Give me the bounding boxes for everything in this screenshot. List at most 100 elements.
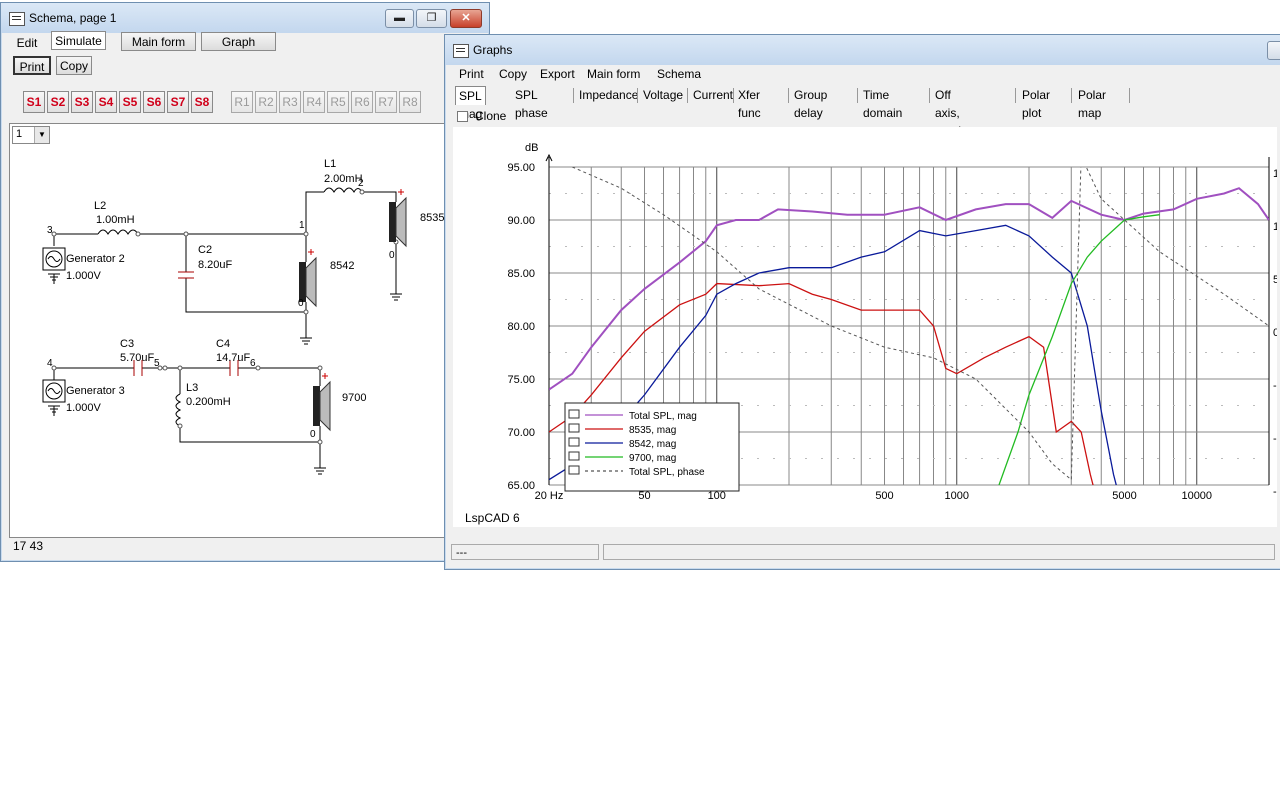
y-tick-label: 70.00 [507, 427, 535, 439]
s8-button[interactable]: S8 [191, 91, 213, 113]
r6-button[interactable]: R6 [351, 91, 373, 113]
y-axis-label: dB [525, 142, 538, 154]
tab-current[interactable]: Current [690, 86, 736, 105]
x-tick-label: 50 [638, 490, 650, 502]
tab-simulate[interactable]: Simulate [51, 31, 106, 50]
s4-button[interactable]: S4 [95, 91, 117, 113]
tab-separator [1129, 88, 1130, 103]
tab-separator [1071, 88, 1072, 103]
menu-print[interactable]: Print [459, 67, 484, 81]
series-line-d9700 [998, 214, 1160, 485]
s2-button[interactable]: S2 [47, 91, 69, 113]
c4-label: C4 [216, 338, 231, 350]
minimize-button[interactable] [1267, 41, 1280, 60]
x-tick-label: 100 [708, 490, 726, 502]
menu-schema[interactable]: Schema [657, 67, 701, 81]
r5-button[interactable]: R5 [327, 91, 349, 113]
legend-swatch-box [568, 451, 580, 461]
tab-separator [1015, 88, 1016, 103]
r3-button[interactable]: R3 [279, 91, 301, 113]
schema-window: Schema, page 1 ▬ ❐ ✕ Edit Simulate Main … [0, 2, 490, 562]
maximize-button[interactable]: ❐ [416, 9, 447, 28]
r4-button[interactable]: R4 [303, 91, 325, 113]
generator-3-value: 1.000V [66, 402, 101, 414]
s5-button[interactable]: S5 [119, 91, 141, 113]
graphs-statusbar: --- [451, 544, 1275, 562]
tab-xfer-func[interactable]: Xfer func [735, 86, 764, 120]
s7-button[interactable]: S7 [167, 91, 189, 113]
tab-group-delay[interactable]: Group delay [791, 86, 830, 120]
app-icon [453, 44, 469, 58]
l1-value: 2.00mH [324, 173, 363, 185]
footer-label: LspCAD 6 [465, 511, 520, 525]
clone-checkbox[interactable] [457, 111, 468, 122]
y-tick-label: 90.00 [507, 215, 535, 227]
menu-export[interactable]: Export [540, 67, 575, 81]
c2-label: C2 [198, 244, 213, 256]
driver-8535-label: 8535 [420, 212, 445, 224]
main-form-button[interactable]: Main form [121, 32, 196, 51]
speaker-8535-symbol [389, 189, 407, 248]
s3-button[interactable]: S3 [71, 91, 93, 113]
tab-spl-mag[interactable]: SPL mag [455, 86, 487, 121]
r1-button[interactable]: R1 [231, 91, 253, 113]
tab-time-domain[interactable]: Time domain [860, 86, 905, 120]
app-icon [9, 12, 25, 26]
tab-separator [929, 88, 930, 103]
schema-status: 17 43 [13, 539, 44, 553]
c2-value: 8.20uF [198, 259, 233, 271]
print-button[interactable]: Print [13, 56, 51, 75]
y-tick-label-right: 1 [1273, 168, 1277, 180]
spl-chart: 95.0090.0085.0080.0075.0070.0065.001150-… [507, 142, 1277, 502]
s1-button[interactable]: S1 [23, 91, 45, 113]
y-tick-label: 95.00 [507, 162, 535, 174]
status-panel: --- [451, 544, 599, 560]
tab-separator [637, 88, 638, 103]
tab-separator [733, 88, 734, 103]
speaker-9700-symbol [313, 373, 331, 432]
graphs-titlebar[interactable]: Graphs [445, 35, 1280, 65]
r2-button[interactable]: R2 [255, 91, 277, 113]
tab-polar-plot[interactable]: Polar plot [1019, 86, 1053, 120]
close-button[interactable]: ✕ [450, 9, 482, 28]
r8-button[interactable]: R8 [399, 91, 421, 113]
menu-main-form[interactable]: Main form [587, 67, 640, 81]
node-0-label-9700: 0 [310, 429, 316, 440]
legend-entry: Total SPL, mag [629, 411, 697, 422]
schema-titlebar[interactable]: Schema, page 1 ▬ ❐ ✕ [1, 3, 489, 33]
legend-swatch-box [568, 409, 580, 419]
menu-copy[interactable]: Copy [499, 67, 527, 81]
y-tick-label-right: - [1273, 433, 1277, 445]
s6-button[interactable]: S6 [143, 91, 165, 113]
legend-entry: Total SPL, phase [629, 467, 705, 478]
copy-button[interactable]: Copy [56, 56, 92, 75]
tab-separator [788, 88, 789, 103]
tab-impedance[interactable]: Impedance [576, 86, 641, 105]
r7-button[interactable]: R7 [375, 91, 397, 113]
legend-swatch-box [568, 423, 580, 433]
schema-canvas[interactable]: 1 ▼ L2 1.00mH C2 8.20uF L1 2.00mH Genera… [9, 123, 451, 538]
x-tick-label: 20 Hz [535, 490, 564, 502]
minimize-button[interactable]: ▬ [385, 9, 414, 28]
l3-value: 0.200mH [186, 396, 231, 408]
tab-off-axis-overlay[interactable]: Off axis, overlay [932, 86, 977, 138]
tab-edit[interactable]: Edit [9, 33, 45, 52]
l3-label: L3 [186, 382, 199, 394]
x-tick-label: 5000 [1112, 490, 1136, 502]
node-4-label: 4 [47, 358, 53, 369]
y-tick-label-right: 0 [1273, 327, 1277, 339]
chart-area[interactable]: 95.00 90.00 85.00 80.00 75.00 70.00 65.00 1 1 5 0-… [453, 127, 1277, 527]
series-line-total [549, 187, 1269, 391]
legend-entry: 9700, mag [629, 453, 676, 464]
generator-2-symbol [42, 247, 66, 271]
node-0-label-8542: 0 [298, 298, 304, 309]
tab-voltage[interactable]: Voltage [640, 86, 686, 105]
y-tick-label: 80.00 [507, 321, 535, 333]
graph-button[interactable]: Graph [201, 32, 276, 51]
y-tick-label: 65.00 [507, 480, 535, 492]
node-2-label: 2 [358, 178, 364, 189]
generator-3-label: Generator 3 [66, 385, 125, 397]
tab-separator [857, 88, 858, 103]
tab-polar-map[interactable]: Polar map [1075, 86, 1109, 120]
tab-spl-phase[interactable]: SPL phase [512, 86, 551, 120]
